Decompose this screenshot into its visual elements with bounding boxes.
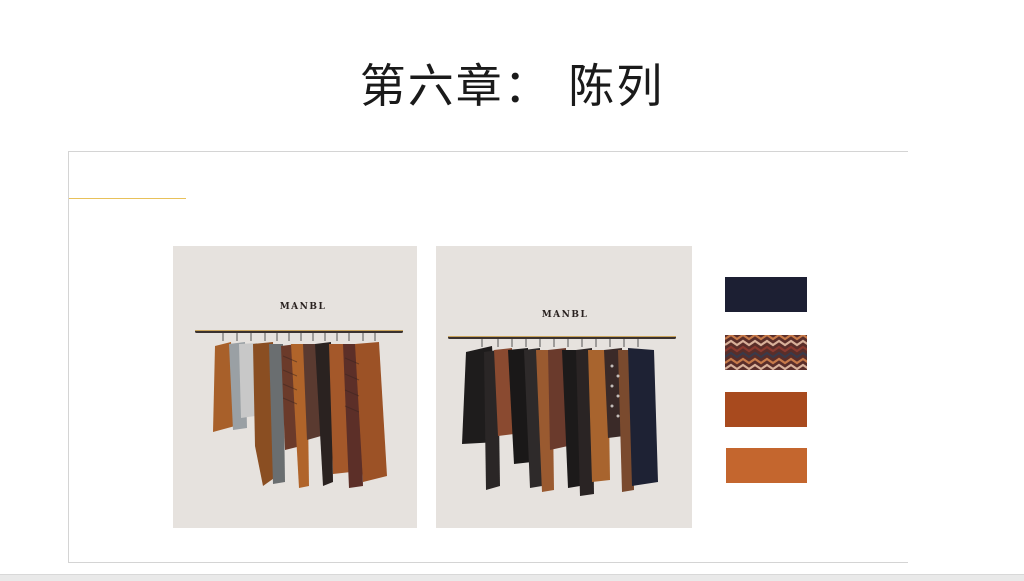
brand-logo: MANBL xyxy=(542,310,589,320)
clothing-rack-illustration-right: MANBL xyxy=(448,310,676,496)
garments xyxy=(462,339,658,496)
brand-logo: MANBL xyxy=(280,302,327,312)
swatch-navy xyxy=(725,277,807,312)
swatch-tan-orange xyxy=(726,448,807,483)
swatch-rust xyxy=(725,392,807,427)
clothing-rack-illustration-left: MANBL xyxy=(195,302,403,488)
slide-title: 第六章： 陈列 xyxy=(359,59,665,113)
display-photo-left: MANBL xyxy=(173,246,417,528)
swatch-zigzag-knit xyxy=(724,333,810,371)
accent-line xyxy=(69,198,186,199)
garments xyxy=(213,333,387,488)
display-photo-right: MANBL xyxy=(436,246,692,528)
